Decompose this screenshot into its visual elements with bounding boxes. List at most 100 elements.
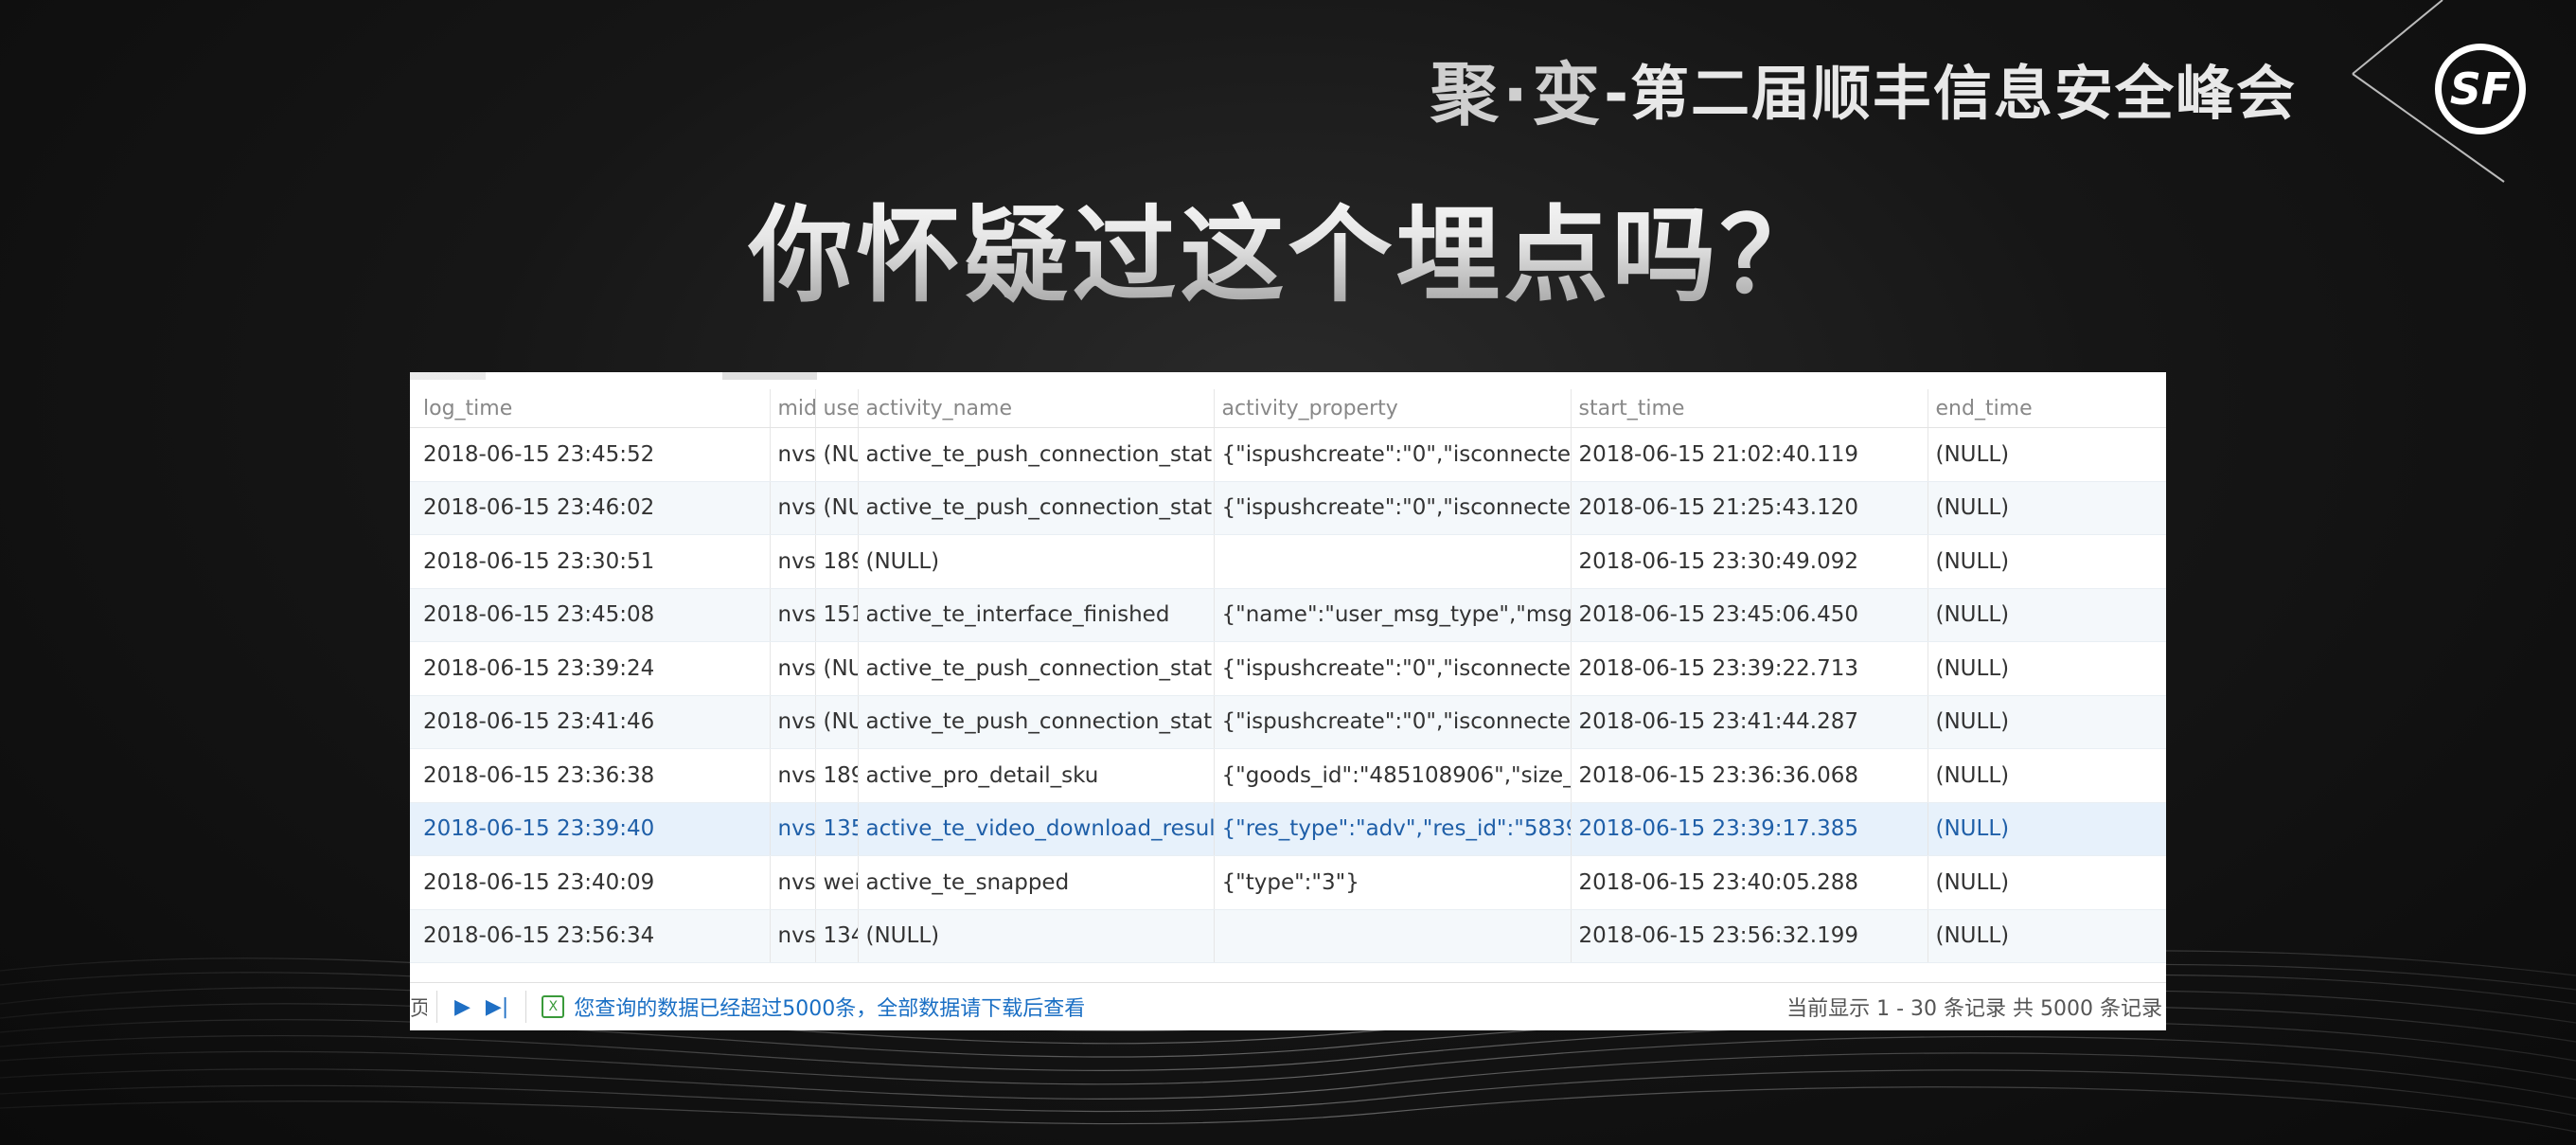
table-row[interactable]: 2018-06-15 23:39:40nvs135active_te_video… xyxy=(410,802,2166,856)
column-header-activity-name[interactable]: activity_name xyxy=(858,389,1215,428)
cell-log-time[interactable]: 2018-06-15 23:45:08 xyxy=(410,588,771,642)
cell-end-time[interactable]: (NULL) xyxy=(1928,641,2166,696)
cell-end-time[interactable]: (NULL) xyxy=(1928,748,2166,803)
cell-activity-property[interactable]: {"goods_id":"485108906","size_id" xyxy=(1214,748,1572,803)
cell-end-time[interactable]: (NULL) xyxy=(1928,909,2166,963)
cell-mid[interactable]: nvs xyxy=(770,641,816,696)
cell-mid[interactable]: nvs xyxy=(770,588,816,642)
download-notice[interactable]: 您查询的数据已经超过5000条，全部数据请下载后查看 xyxy=(574,992,1085,1022)
cell-start-time[interactable]: 2018-06-15 21:25:43.120 xyxy=(1571,481,1928,535)
cell-start-time[interactable]: 2018-06-15 23:45:06.450 xyxy=(1571,588,1928,642)
table-header-row: log_time mid use activity_name activity_… xyxy=(410,389,2166,428)
cell-end-time[interactable]: (NULL) xyxy=(1928,534,2166,589)
last-page-icon[interactable]: ▶| xyxy=(486,995,508,1019)
cell-user[interactable]: (NU xyxy=(815,695,859,749)
cell-mid[interactable]: nvs xyxy=(770,534,816,589)
cell-user[interactable]: wei xyxy=(815,855,859,910)
cell-mid[interactable]: nvs xyxy=(770,855,816,910)
cell-log-time[interactable]: 2018-06-15 23:46:02 xyxy=(410,481,771,535)
column-header-user[interactable]: use xyxy=(815,389,859,428)
table-row[interactable]: 2018-06-15 23:40:09 nvs wei active_te_snapp… xyxy=(410,855,2166,910)
table-body: 2018-06-15 23:45:52nvs(NUactive_te_push_… xyxy=(410,427,2166,963)
cell-start-time[interactable]: 2018-06-15 23:41:44.287 xyxy=(1571,695,1928,749)
cell-log-time[interactable]: 2018-06-15 23:36:38 xyxy=(410,748,771,803)
cell-user[interactable]: (NU xyxy=(815,481,859,535)
cell-activity-name[interactable]: active_te_push_connection_status xyxy=(858,481,1215,535)
cell-log-time[interactable]: 2018-06-15 23:45:52 xyxy=(410,427,771,482)
cell-user[interactable]: 151 xyxy=(815,588,859,642)
cell-activity-name[interactable]: active_pro_detail_sku xyxy=(858,748,1215,803)
page-label: 页 xyxy=(410,997,427,1021)
cell-log-time[interactable]: 2018-06-15 23:56:34 xyxy=(410,909,771,963)
cell-end-time[interactable]: (NULL) xyxy=(1928,427,2166,482)
cell-activity-property[interactable]: {"name":"user_msg_type","msgtyp xyxy=(1214,588,1572,642)
cell-user[interactable]: (NU xyxy=(815,641,859,696)
table-row[interactable]: 2018-06-15 23:30:51nvs189(NULL)2018-06-1… xyxy=(410,534,2166,589)
cell-activity-name[interactable]: active_te_video_download_result xyxy=(858,802,1215,856)
conference-subtitle: -第二届顺丰信息安全峰会 xyxy=(1604,59,2297,128)
column-header-end-time[interactable]: end_time xyxy=(1928,389,2166,428)
table-row[interactable]: 2018-06-15 23:56:34nvs134(NULL)2018-06-1… xyxy=(410,909,2166,963)
cell-user[interactable]: 189 xyxy=(815,534,859,589)
cell-start-time[interactable]: 2018-06-15 23:39:22.713 xyxy=(1571,641,1928,696)
cell-mid[interactable]: nvs xyxy=(770,481,816,535)
cell-log-time[interactable]: 2018-06-15 23:30:51 xyxy=(410,534,771,589)
cell-end-time[interactable]: (NULL) xyxy=(1928,802,2166,856)
sf-logo-text: SF xyxy=(2449,63,2512,115)
cell-start-time[interactable]: 2018-06-15 23:40:05.288 xyxy=(1571,855,1928,910)
cell-end-time[interactable]: (NULL) xyxy=(1928,855,2166,910)
cell-activity-name[interactable]: active_te_push_connection_status xyxy=(858,427,1215,482)
excel-icon[interactable]: X xyxy=(542,995,565,1018)
next-page-icon[interactable]: ▶ xyxy=(454,995,471,1019)
table-row[interactable]: 2018-06-15 23:45:52nvs(NUactive_te_push_… xyxy=(410,427,2166,482)
cell-user[interactable]: 134 xyxy=(815,909,859,963)
cell-end-time[interactable]: (NULL) xyxy=(1928,481,2166,535)
cell-activity-property[interactable]: {"ispushcreate":"0","isconnected":" xyxy=(1214,427,1572,482)
column-header-log-time[interactable]: log_time xyxy=(410,389,771,428)
result-table: log_time mid use activity_name activity_… xyxy=(410,389,2166,963)
cell-log-time[interactable]: 2018-06-15 23:39:24 xyxy=(410,641,771,696)
sf-logo: SF xyxy=(2435,44,2526,134)
cell-start-time[interactable]: 2018-06-15 21:02:40.119 xyxy=(1571,427,1928,482)
cell-activity-property[interactable]: {"res_type":"adv","res_id":"583993 xyxy=(1214,802,1572,856)
table-row[interactable]: 2018-06-15 23:41:46nvs(NUactive_te_push_… xyxy=(410,695,2166,749)
cell-log-time[interactable]: 2018-06-15 23:40:09 xyxy=(410,855,771,910)
column-header-activity-property[interactable]: activity_property xyxy=(1214,389,1572,428)
cell-activity-property[interactable]: {"ispushcreate":"0","isconnected":" xyxy=(1214,641,1572,696)
cell-activity-name[interactable]: (NULL) xyxy=(858,909,1215,963)
cell-mid[interactable]: nvs xyxy=(770,748,816,803)
column-header-start-time[interactable]: start_time xyxy=(1571,389,1928,428)
cell-activity-name[interactable]: (NULL) xyxy=(858,534,1215,589)
table-row[interactable]: 2018-06-15 23:36:38nvs189active_pro_deta… xyxy=(410,748,2166,803)
cell-activity-property[interactable]: {"type":"3"} xyxy=(1214,855,1572,910)
table-row[interactable]: 2018-06-15 23:45:08nvs151active_te_inter… xyxy=(410,588,2166,642)
cell-activity-property[interactable]: {"ispushcreate":"0","isconnected":" xyxy=(1214,695,1572,749)
cell-activity-property[interactable] xyxy=(1214,534,1572,589)
cell-log-time[interactable]: 2018-06-15 23:41:46 xyxy=(410,695,771,749)
cell-activity-property[interactable]: {"ispushcreate":"0","isconnected":" xyxy=(1214,481,1572,535)
cell-user[interactable]: 135 xyxy=(815,802,859,856)
cell-start-time[interactable]: 2018-06-15 23:56:32.199 xyxy=(1571,909,1928,963)
cell-mid[interactable]: nvs xyxy=(770,909,816,963)
cell-activity-name[interactable]: active_te_push_connection_status xyxy=(858,695,1215,749)
cell-start-time[interactable]: 2018-06-15 23:30:49.092 xyxy=(1571,534,1928,589)
cell-log-time[interactable]: 2018-06-15 23:39:40 xyxy=(410,802,771,856)
cell-start-time[interactable]: 2018-06-15 23:39:17.385 xyxy=(1571,802,1928,856)
cell-user[interactable]: 189 xyxy=(815,748,859,803)
cell-end-time[interactable]: (NULL) xyxy=(1928,695,2166,749)
cell-activity-name[interactable]: active_te_push_connection_status xyxy=(858,641,1215,696)
cell-activity-property[interactable] xyxy=(1214,909,1572,963)
cell-user[interactable]: (NU xyxy=(815,427,859,482)
page-title: 你怀疑过这个埋点吗？ xyxy=(0,170,2576,322)
table-row[interactable]: 2018-06-15 23:39:24nvs(NUactive_te_push_… xyxy=(410,641,2166,696)
cell-activity-name[interactable]: active_te_snapped xyxy=(858,855,1215,910)
cell-mid[interactable]: nvs xyxy=(770,802,816,856)
cell-activity-name[interactable]: active_te_interface_finished xyxy=(858,588,1215,642)
column-header-mid[interactable]: mid xyxy=(770,389,816,428)
cell-mid[interactable]: nvs xyxy=(770,427,816,482)
cell-start-time[interactable]: 2018-06-15 23:36:36.068 xyxy=(1571,748,1928,803)
cell-end-time[interactable]: (NULL) xyxy=(1928,588,2166,642)
status-bar: 页 ▶ ▶| X 您查询的数据已经超过5000条，全部数据请下载后查看 当前显示… xyxy=(410,982,2166,1030)
cell-mid[interactable]: nvs xyxy=(770,695,816,749)
table-row[interactable]: 2018-06-15 23:46:02nvs(NUactive_te_push_… xyxy=(410,481,2166,535)
